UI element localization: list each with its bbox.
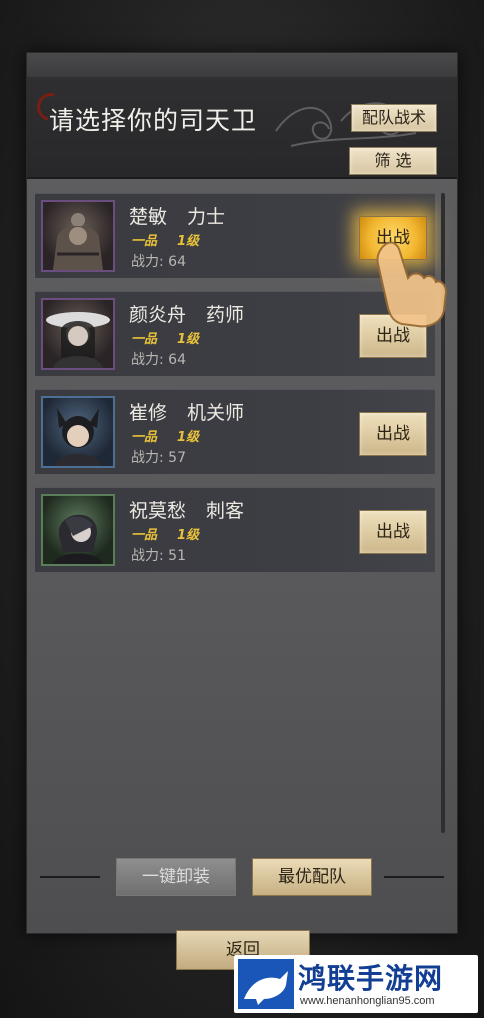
guard-rank: 一品 xyxy=(131,332,158,347)
guard-role: 机关师 xyxy=(187,402,245,424)
divider-left xyxy=(40,876,100,878)
guard-portrait xyxy=(41,298,115,370)
unequip-all-button[interactable]: 一键卸装 xyxy=(116,858,236,896)
healer-portrait-icon xyxy=(46,312,110,368)
guard-name: 颜炎舟 xyxy=(129,304,187,326)
guard-power: 战力: 57 xyxy=(131,450,186,466)
guard-level: 1级 xyxy=(177,234,200,249)
filter-button[interactable]: 筛 选 xyxy=(349,147,437,175)
watermark: 鸿联手游网 www.henanhonglian95.com xyxy=(234,955,478,1013)
pointing-hand-icon xyxy=(376,241,448,328)
guard-rank: 一品 xyxy=(131,430,158,445)
deploy-button[interactable]: 出战 xyxy=(359,510,427,554)
deploy-button[interactable]: 出战 xyxy=(359,412,427,456)
guard-role: 药师 xyxy=(206,304,245,326)
guard-rank: 一品 xyxy=(131,528,158,543)
divider-right xyxy=(384,876,444,878)
guard-portrait xyxy=(41,494,115,566)
guard-row: 崔修 机关师 一品 1级 战力: 57 出战 xyxy=(35,389,435,474)
guard-portrait xyxy=(41,396,115,468)
guard-name: 楚敏 xyxy=(129,206,168,228)
guard-role: 刺客 xyxy=(206,500,245,522)
team-tactics-button[interactable]: 配队战术 xyxy=(351,104,437,132)
guard-name: 祝莫愁 xyxy=(129,500,187,522)
guard-name: 崔修 xyxy=(129,402,168,424)
selection-panel: 请选择你的司天卫 配队战术 筛 选 楚敏 力士 一品 1级 战力: 64 出战 … xyxy=(26,52,458,934)
horse-logo-icon xyxy=(238,959,294,1009)
assassin-portrait-icon xyxy=(53,514,103,564)
guard-row: 祝莫愁 刺客 一品 1级 战力: 51 出战 xyxy=(35,487,435,572)
guard-power: 战力: 64 xyxy=(131,352,186,368)
panel-top-strip xyxy=(27,53,457,77)
warrior-portrait-icon xyxy=(53,213,103,270)
guard-power: 战力: 64 xyxy=(131,254,186,270)
guard-portrait xyxy=(41,200,115,272)
page-title: 请选择你的司天卫 xyxy=(49,106,258,135)
guard-power: 战力: 51 xyxy=(131,548,186,564)
optimal-team-button[interactable]: 最优配队 xyxy=(252,858,372,896)
guard-role: 力士 xyxy=(187,206,226,228)
guard-rank: 一品 xyxy=(131,234,158,249)
watermark-title: 鸿联手游网 xyxy=(298,962,444,995)
guard-level: 1级 xyxy=(177,332,200,347)
watermark-url: www.henanhonglian95.com xyxy=(300,995,435,1007)
guard-level: 1级 xyxy=(177,430,200,445)
panel-header: 请选择你的司天卫 配队战术 筛 选 xyxy=(27,77,457,179)
engineer-portrait-icon xyxy=(55,408,101,466)
guard-level: 1级 xyxy=(177,528,200,543)
